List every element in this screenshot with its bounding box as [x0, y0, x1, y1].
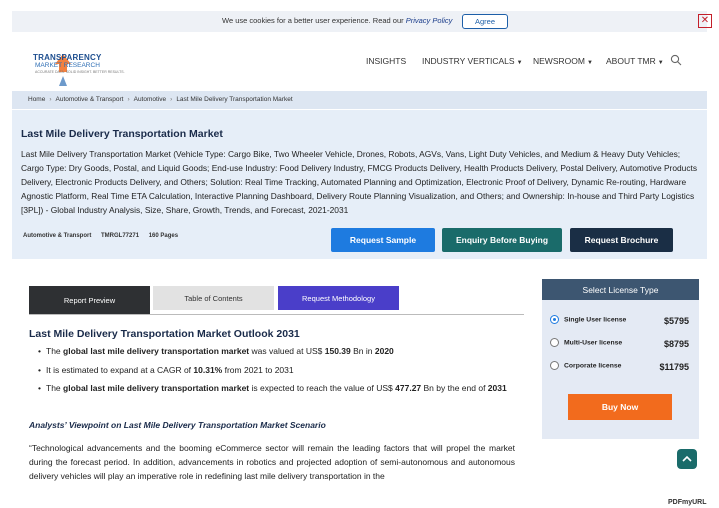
radio-icon[interactable]	[550, 338, 559, 347]
cookie-text: We use cookies for a better user experie…	[222, 16, 452, 25]
logo-text-sub: MARKET RESEARCH	[35, 62, 100, 69]
breadcrumb-separator: ›	[49, 96, 52, 103]
cookie-banner: We use cookies for a better user experie…	[12, 11, 712, 32]
fact-text: Bn in	[350, 346, 375, 356]
breadcrumb: Home › Automotive & Transport › Automotive › L…	[12, 91, 707, 109]
analyst-quote: “Technological advancements and the boom…	[29, 443, 515, 481]
tab-divider	[29, 314, 524, 315]
license-price: $11795	[659, 362, 689, 372]
radio-selected-icon[interactable]	[550, 315, 559, 324]
enquiry-before-buying-button[interactable]: Enquiry Before Buying	[442, 228, 562, 252]
privacy-policy-link[interactable]: Privacy Policy	[406, 16, 453, 25]
radio-icon[interactable]	[550, 361, 559, 370]
tab-request-methodology[interactable]: Request Methodology	[278, 286, 399, 310]
report-code: TMRGL77271	[101, 233, 140, 239]
nav-newsroom[interactable]: NEWSROOM ▼	[533, 56, 593, 66]
fact-text: The	[46, 383, 64, 393]
report-description: Last Mile Delivery Transportation Market…	[21, 149, 698, 215]
report-meta: Automotive & Transport TMRGL77271 160 Pa…	[23, 233, 186, 239]
page-title: Last Mile Delivery Transportation Market	[21, 128, 223, 140]
request-brochure-button[interactable]: Request Brochure	[570, 228, 673, 252]
fact-bold: global last mile delivery transportation…	[63, 346, 250, 356]
license-label: Multi-User license	[564, 339, 623, 347]
fact-text: It is estimated to expand at a CAGR of	[46, 364, 194, 375]
breadcrumb-home[interactable]: Home	[28, 96, 45, 103]
search-icon[interactable]	[670, 54, 682, 66]
analyst-viewpoint-heading: Analysts’ Viewpoint on Last Mile Deliver…	[29, 420, 326, 430]
license-option-multi[interactable]: Multi-User license	[550, 338, 622, 347]
license-price: $5795	[663, 316, 689, 326]
breadcrumb-automotive-transport[interactable]: Automotive & Transport	[56, 96, 124, 103]
caret-down-icon: ▼	[657, 60, 664, 66]
cookie-message: We use cookies for a better user experie…	[222, 16, 406, 25]
license-label: Corporate license	[564, 362, 622, 370]
license-option-corporate[interactable]: Corporate license	[550, 361, 621, 370]
license-title: Select License Type	[542, 279, 699, 300]
report-category[interactable]: Automotive & Transport	[23, 233, 91, 239]
request-sample-button[interactable]: Request Sample	[331, 228, 435, 252]
fact-text: was valued at US$	[249, 346, 325, 356]
caret-down-icon: ▼	[516, 60, 523, 66]
report-pages: 160 Pages	[148, 233, 179, 239]
pdfmyurl-watermark: PDFmyURL	[668, 499, 707, 506]
scroll-to-top-button[interactable]	[677, 449, 697, 469]
tab-table-of-contents[interactable]: Table of Contents	[153, 286, 274, 310]
caret-down-icon: ▼	[586, 60, 593, 66]
logo[interactable]: TRANSPARENCY MARKET RESEARCH ACCURATE DA…	[33, 50, 125, 86]
fact-value: 477.27	[395, 383, 422, 393]
fact-bold: global last mile delivery transportation…	[63, 383, 250, 393]
fact-text: The	[46, 346, 64, 356]
nav-about-tmr[interactable]: ABOUT TMR ▼	[606, 56, 664, 66]
list-item: The global last mile delivery transporta…	[38, 382, 518, 396]
fact-year: 2020	[374, 346, 394, 356]
nav-industry-verticals[interactable]: INDUSTRY VERTICALS ▼	[422, 56, 523, 66]
fact-text: Bn by the end of	[421, 383, 488, 393]
chevron-up-icon	[682, 455, 692, 462]
section-title: Last Mile Delivery Transportation Market…	[29, 328, 300, 340]
license-label: Single User license	[564, 316, 627, 324]
list-item: It is estimated to expand at a CAGR of 1…	[38, 364, 518, 378]
breadcrumb-current: Last Mile Delivery Transportation Market	[176, 96, 293, 103]
license-price: $8795	[663, 339, 689, 349]
fact-value: 150.39	[324, 346, 351, 356]
report-header: Last Mile Delivery Transportation Market…	[12, 110, 707, 259]
list-item: The global last mile delivery transporta…	[38, 345, 518, 359]
nav-newsroom-label: NEWSROOM	[533, 56, 585, 66]
license-option-single[interactable]: Single User license	[550, 315, 626, 324]
buy-now-button[interactable]: Buy Now	[568, 394, 672, 420]
breadcrumb-automotive[interactable]: Automotive	[134, 96, 167, 103]
nav-industry-verticals-label: INDUSTRY VERTICALS	[422, 56, 515, 66]
license-selector: Select License Type Single User license …	[542, 279, 699, 439]
logo-tagline: ACCURATE DATA. SOLID INSIGHT. BETTER RES…	[35, 70, 125, 74]
breadcrumb-separator: ›	[127, 96, 130, 103]
fact-year: 2031	[487, 383, 507, 393]
nav-insights[interactable]: INSIGHTS	[366, 56, 406, 66]
logo-text-main: TRANSPARENCY	[33, 53, 102, 62]
breadcrumb-separator: ›	[170, 96, 173, 103]
fact-value: 10.31%	[193, 364, 223, 375]
close-icon[interactable]: ✕	[698, 14, 712, 28]
nav-about-tmr-label: ABOUT TMR	[606, 56, 656, 66]
agree-button[interactable]: Agree	[462, 14, 508, 29]
fact-text: from 2021 to 2031	[222, 364, 294, 375]
fact-text: is expected to reach the value of US$	[249, 383, 396, 393]
key-facts-list: The global last mile delivery transporta…	[38, 345, 518, 401]
tab-report-preview[interactable]: Report Preview	[29, 286, 150, 314]
